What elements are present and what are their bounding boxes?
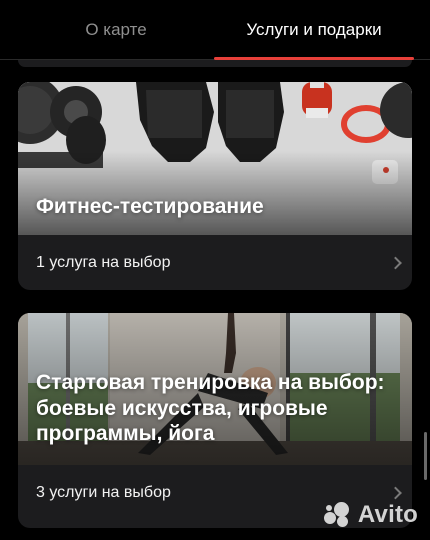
service-count-label: 3 услуги на выбор xyxy=(36,483,171,501)
tab-about-card[interactable]: О карте xyxy=(18,0,214,60)
card-title: Фитнес-тестирование xyxy=(36,195,264,218)
services-screen: О карте Услуги и подарки Фитнес-тестиров… xyxy=(0,0,430,540)
tab-services-gifts[interactable]: Услуги и подарки xyxy=(214,0,414,60)
previous-card-edge xyxy=(18,60,412,67)
avito-dots-logo-icon xyxy=(323,502,354,528)
chevron-right-icon xyxy=(389,256,402,269)
avito-wordmark: Avito xyxy=(357,501,418,528)
avito-watermark: Avito xyxy=(323,501,418,529)
chevron-right-icon xyxy=(389,486,402,499)
card-title: Стартовая тренировка на выбор: боевые ис… xyxy=(36,371,385,446)
scrollbar[interactable] xyxy=(424,432,427,480)
service-card-fitness-test[interactable]: Фитнес-тестирование 1 услуга на выбор xyxy=(18,82,412,290)
service-count-label: 1 услуга на выбор xyxy=(36,253,171,271)
service-card-starter-training[interactable]: Стартовая тренировка на выбор: боевые ис… xyxy=(18,313,412,528)
tab-bar: О карте Услуги и подарки xyxy=(0,0,430,60)
card-footer[interactable]: 1 услуга на выбор xyxy=(18,235,412,290)
